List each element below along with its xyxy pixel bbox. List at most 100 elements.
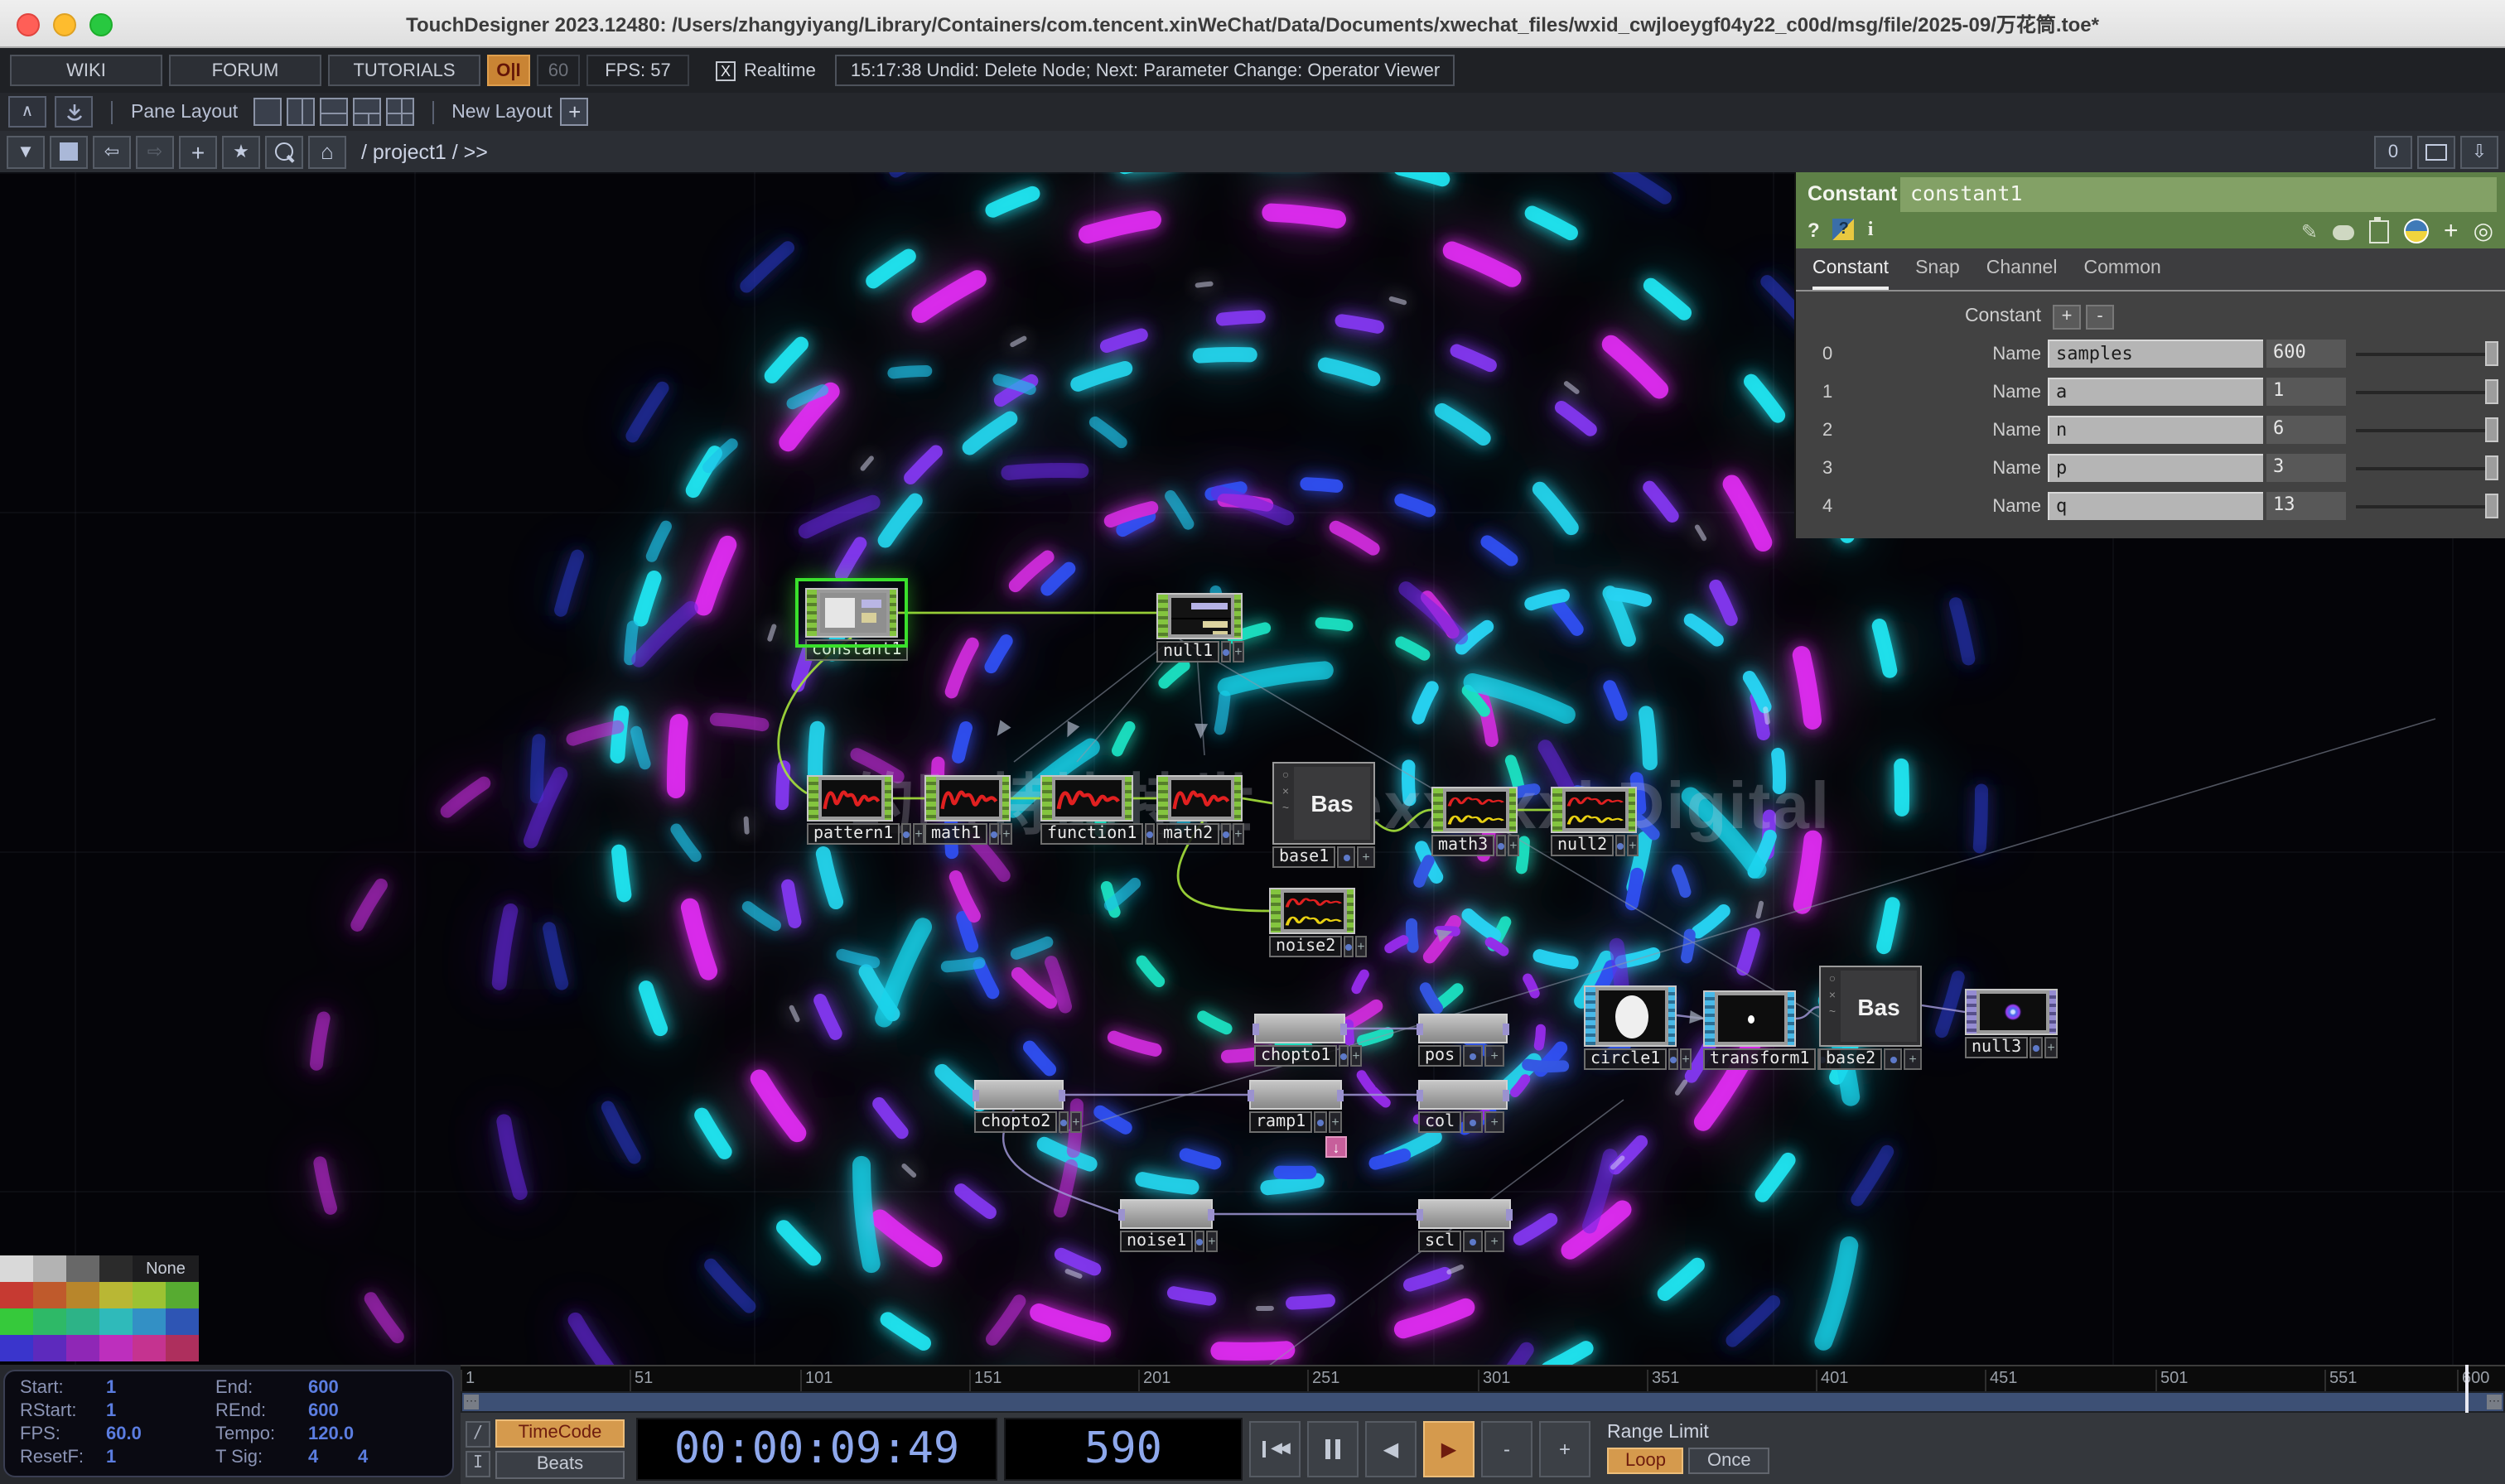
palette-swatch[interactable] <box>0 1335 33 1361</box>
palette-swatch[interactable] <box>33 1255 66 1282</box>
node-label[interactable]: chopto2 <box>974 1111 1057 1133</box>
node-body[interactable] <box>1120 1199 1213 1229</box>
palette-swatch[interactable] <box>66 1308 99 1335</box>
add-layout-button[interactable]: + <box>561 98 589 126</box>
node-viewer-toggle-icon[interactable]: + <box>913 823 924 845</box>
node-flag-icon[interactable] <box>1221 641 1231 662</box>
slider-handle[interactable] <box>2485 341 2498 366</box>
node-null1[interactable]: null1+ <box>1156 593 1243 662</box>
remove-row-button[interactable]: - <box>2086 304 2114 329</box>
param-name-field[interactable]: p <box>2048 454 2263 482</box>
maximize-window-icon[interactable] <box>89 13 113 36</box>
tab-common[interactable]: Common <box>2083 248 2160 290</box>
node-null2[interactable]: null2+ <box>1551 787 1637 856</box>
wiki-button[interactable]: WIKI <box>10 55 162 86</box>
timeline-range-bar[interactable]: ⋯ ⋯ <box>461 1391 2505 1413</box>
layout-grid-button[interactable] <box>385 98 413 126</box>
play-forward-button[interactable]: ▶ <box>1423 1420 1475 1477</box>
node-viewer-toggle-icon[interactable]: + <box>1350 1045 1361 1067</box>
palette-swatch[interactable] <box>0 1255 33 1282</box>
node-math3[interactable]: math3+ <box>1431 787 1518 856</box>
zero-children-button[interactable]: 0 <box>2374 135 2412 168</box>
param-slider[interactable] <box>2356 416 2498 444</box>
node-label[interactable]: math1 <box>924 823 987 845</box>
node-flag-icon[interactable] <box>1884 1048 1902 1070</box>
palette-swatch[interactable] <box>66 1282 99 1308</box>
input-connectors[interactable] <box>1158 595 1168 638</box>
node-flag-icon[interactable] <box>1463 1111 1483 1133</box>
node-body[interactable] <box>807 775 893 822</box>
node-noise2[interactable]: noise2+ <box>1269 888 1355 957</box>
palette-swatch[interactable] <box>166 1335 199 1361</box>
node-body[interactable] <box>1040 775 1133 822</box>
network-path[interactable]: / project1 / >> <box>361 140 488 163</box>
node-viewer-toggle-icon[interactable]: + <box>1001 823 1011 845</box>
slider-handle[interactable] <box>2485 455 2498 480</box>
node-label[interactable]: chopto1 <box>1254 1045 1337 1067</box>
node-base1[interactable]: ○×~Basbase1+ <box>1272 762 1375 868</box>
playhead[interactable] <box>2465 1365 2469 1413</box>
node-viewer-toggle-icon[interactable]: + <box>1904 1048 1922 1070</box>
palette-none-button[interactable]: None <box>133 1255 199 1282</box>
output-connectors[interactable] <box>1629 788 1635 831</box>
add-operator-button[interactable]: + <box>179 135 217 168</box>
node-body[interactable] <box>1431 787 1518 833</box>
node-flag-icon[interactable] <box>2030 1037 2043 1058</box>
range-left-handle[interactable]: ⋯ <box>464 1395 479 1409</box>
node-flag-icon[interactable] <box>1314 1111 1327 1133</box>
back-arrow-button[interactable]: ⇦ <box>93 135 131 168</box>
node-transform1[interactable]: transform1+ <box>1703 990 1796 1070</box>
node-viewer-toggle-icon[interactable]: + <box>1233 641 1243 662</box>
node-label[interactable]: circle1 <box>1584 1048 1667 1070</box>
forum-button[interactable]: FORUM <box>169 55 321 86</box>
realtime-checkbox[interactable]: X <box>716 60 736 80</box>
node-viewer-toggle-icon[interactable]: + <box>1627 835 1638 856</box>
node-label[interactable]: pos <box>1418 1045 1461 1067</box>
node-label[interactable]: function1 <box>1040 823 1143 845</box>
node-label[interactable]: noise1 <box>1120 1231 1193 1252</box>
realtime-toggle[interactable]: X Realtime <box>716 60 816 80</box>
layout-single-button[interactable] <box>253 98 281 126</box>
input-connectors[interactable] <box>1586 987 1595 1045</box>
palette-swatch[interactable] <box>0 1282 33 1308</box>
input-connectors[interactable] <box>1552 788 1562 831</box>
node-viewer-toggle-icon[interactable]: + <box>1484 1111 1504 1133</box>
palette-swatch[interactable] <box>99 1282 133 1308</box>
tab-snap[interactable]: Snap <box>1915 248 1960 290</box>
close-window-icon[interactable] <box>17 13 40 36</box>
palette-swatch[interactable] <box>33 1308 66 1335</box>
edit-pencil-icon[interactable]: ✎ <box>2301 219 2318 243</box>
node-scl[interactable]: scl+ <box>1418 1199 1511 1252</box>
skip-to-start-button[interactable]: ◀◀ <box>1249 1420 1301 1477</box>
dock-down-icon[interactable]: ⇩ <box>2460 135 2498 168</box>
node-chopto2[interactable]: chopto2+ <box>974 1080 1064 1133</box>
param-name-field[interactable]: samples <box>2048 340 2263 368</box>
output-connectors[interactable] <box>1234 595 1241 638</box>
input-connectors[interactable] <box>1433 788 1443 831</box>
pane-type-dropdown[interactable]: ▼ <box>7 135 45 168</box>
param-value-field[interactable]: 13 <box>2266 492 2346 520</box>
node-ramp1[interactable]: ramp1+↓ <box>1249 1080 1342 1133</box>
palette-swatch[interactable] <box>33 1335 66 1361</box>
node-function1[interactable]: function1+ <box>1040 775 1133 845</box>
node-math1[interactable]: math1 + <box>924 775 1011 845</box>
node-body[interactable] <box>1418 1080 1508 1110</box>
node-body[interactable] <box>1156 775 1243 822</box>
help-icon[interactable]: ? <box>1808 218 1820 241</box>
node-body[interactable] <box>1156 593 1243 639</box>
node-body[interactable] <box>805 588 898 638</box>
beats-mode-button[interactable]: Beats <box>495 1450 625 1478</box>
network-editor[interactable]: 的阿特比特世 Alexxxxxi Digital <box>0 172 2505 1365</box>
node-base2[interactable]: ○×~Basbase2+ <box>1819 966 1922 1070</box>
palette-swatch[interactable] <box>99 1308 133 1335</box>
palette-swatch[interactable] <box>166 1308 199 1335</box>
node-label[interactable]: col <box>1418 1111 1461 1133</box>
node-body[interactable] <box>924 775 1011 822</box>
target-fps[interactable]: 60 <box>537 55 580 86</box>
forward-arrow-button[interactable]: ⇨ <box>136 135 174 168</box>
param-value-field[interactable]: 1 <box>2266 378 2346 406</box>
param-name-field[interactable]: n <box>2048 416 2263 444</box>
input-connectors[interactable] <box>808 777 818 820</box>
param-slider[interactable] <box>2356 492 2498 520</box>
slash-mode-button[interactable]: / <box>466 1420 490 1447</box>
